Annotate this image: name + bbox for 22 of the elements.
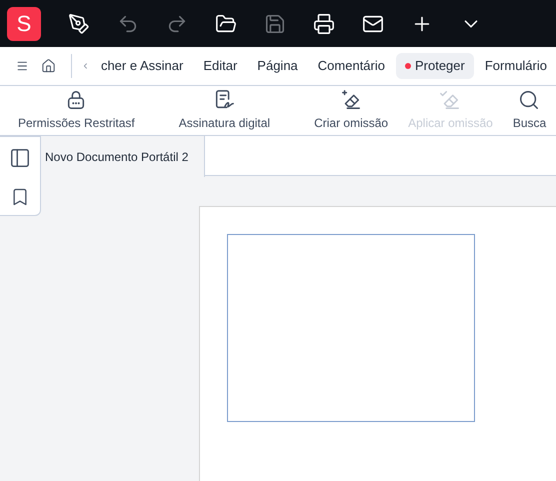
menu-tab[interactable]: Página [248, 53, 307, 79]
menu-tab[interactable]: Formulário [476, 53, 556, 79]
pen-icon [68, 12, 90, 34]
menu-tab[interactable]: Proteger [396, 53, 474, 79]
ribbon-button[interactable]: Criar omissão [304, 89, 398, 132]
ribbon-button[interactable]: Permissões Restritasf [8, 89, 145, 132]
pen-button[interactable] [67, 12, 91, 36]
print-button[interactable] [312, 12, 336, 36]
ribbon-button[interactable]: Assinatura digital [168, 89, 280, 132]
menu-tab[interactable]: Editar [194, 53, 246, 79]
signature-icon [213, 89, 236, 111]
menu-tab[interactable]: Comentário [308, 53, 394, 79]
print-icon [313, 12, 335, 34]
panel-icon[interactable] [9, 147, 31, 169]
search-icon [518, 89, 540, 111]
ribbon-button[interactable]: Busca [502, 89, 556, 132]
menu-tab[interactable]: cher e Assinar [92, 53, 192, 79]
eraser-icon [439, 89, 462, 111]
eraser-icon [340, 89, 362, 111]
save-icon [264, 12, 286, 34]
folder-icon [215, 12, 237, 34]
app-logo: S [7, 6, 41, 40]
